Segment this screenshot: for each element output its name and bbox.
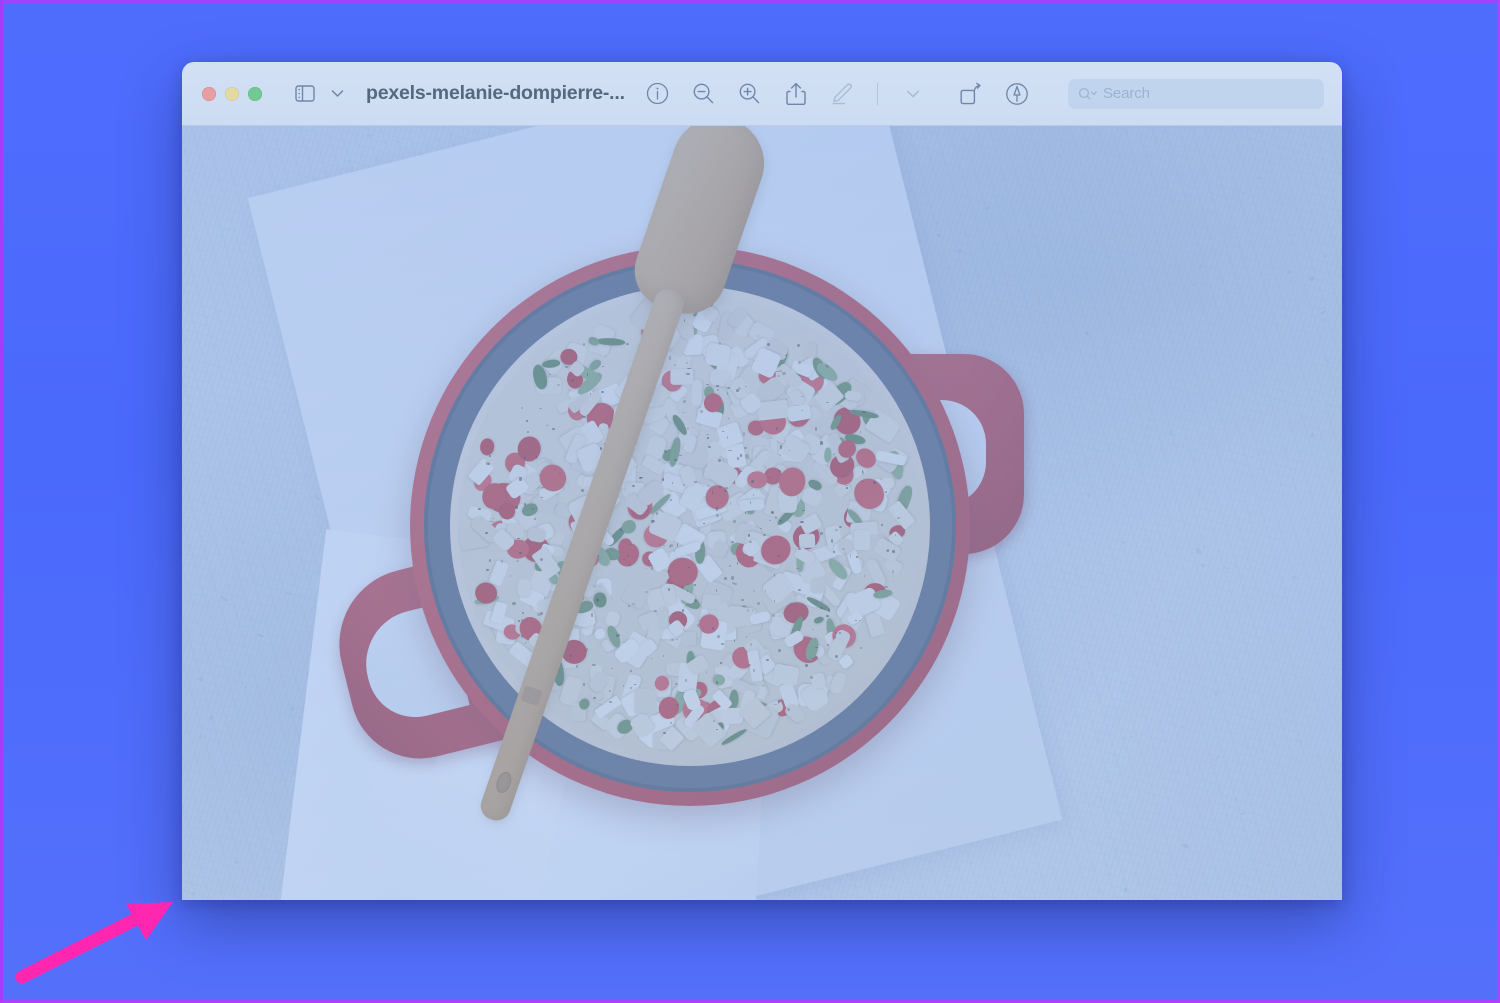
sidebar-chevron-down-icon[interactable] bbox=[322, 79, 352, 109]
close-button[interactable] bbox=[202, 86, 216, 101]
share-icon[interactable] bbox=[781, 79, 811, 109]
window-toolbar: pexels-melanie-dompierre-... Search bbox=[182, 62, 1342, 126]
magnifier-plus-icon[interactable] bbox=[735, 79, 765, 109]
pen-nib-circle-icon[interactable] bbox=[1002, 79, 1032, 109]
photo-content bbox=[182, 126, 1342, 900]
toolbar-buttons bbox=[643, 79, 1032, 109]
pencil-underline-icon[interactable] bbox=[827, 79, 857, 109]
document-title: pexels-melanie-dompierre-... bbox=[366, 82, 625, 104]
magnifier-chevron-icon bbox=[1078, 84, 1098, 104]
magnifier-minus-icon[interactable] bbox=[689, 79, 719, 109]
toolbar-separator bbox=[876, 82, 878, 105]
traffic-lights bbox=[202, 86, 262, 101]
maximize-button[interactable] bbox=[248, 86, 262, 101]
markup-chevron-down-icon[interactable] bbox=[898, 79, 928, 109]
search-placeholder: Search bbox=[1103, 85, 1150, 102]
search-input[interactable]: Search bbox=[1068, 78, 1324, 109]
preview-window: pexels-melanie-dompierre-... Search bbox=[182, 62, 1342, 900]
sidebar-toggle-group[interactable] bbox=[290, 79, 352, 109]
sidebar-icon[interactable] bbox=[290, 79, 320, 109]
rotate-left-icon[interactable] bbox=[956, 79, 986, 109]
image-canvas[interactable] bbox=[182, 126, 1342, 900]
info-circle-icon[interactable] bbox=[643, 79, 673, 109]
minimize-button[interactable] bbox=[225, 86, 239, 101]
